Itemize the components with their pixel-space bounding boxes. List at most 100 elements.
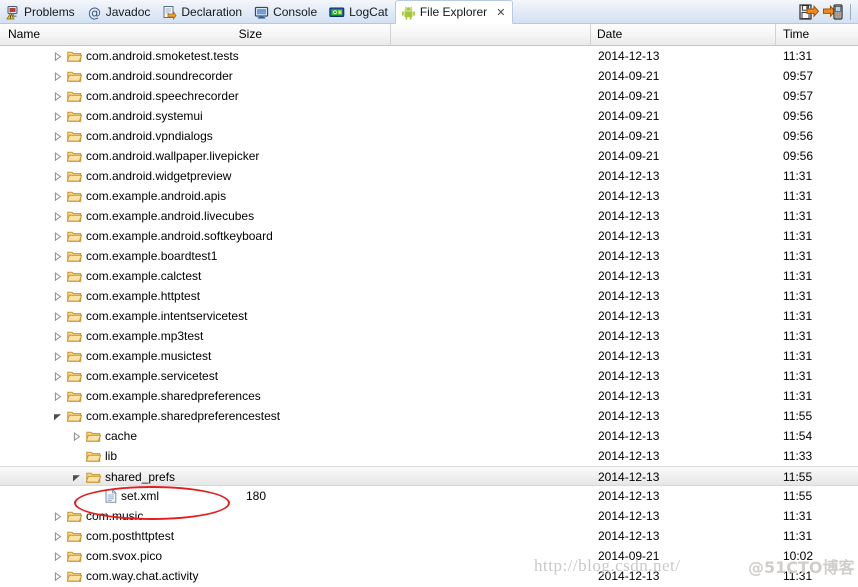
column-divider[interactable] xyxy=(590,24,591,45)
tree-row-name-cell[interactable]: com.svox.pico xyxy=(52,546,162,566)
column-header-size[interactable]: Size xyxy=(239,24,262,45)
chevron-right-icon[interactable] xyxy=(52,546,63,566)
tree-row[interactable]: com.android.systemui 2014-09-21 09:56 xyxy=(0,106,858,126)
tree-row-name-cell[interactable]: com.example.sharedpreferences xyxy=(52,386,261,406)
tree-row-name-cell[interactable]: com.example.mp3test xyxy=(52,326,203,346)
column-header-time[interactable]: Time xyxy=(783,24,809,45)
chevron-right-icon[interactable] xyxy=(52,346,63,366)
folder-icon xyxy=(66,410,83,423)
chevron-right-icon[interactable] xyxy=(52,166,63,186)
tree-row[interactable]: com.posthttptest 2014-12-13 11:31 xyxy=(0,526,858,546)
tree-row-name-cell[interactable]: com.example.httptest xyxy=(52,286,200,306)
column-divider[interactable] xyxy=(775,24,776,45)
tree-row-name-cell[interactable]: com.music xyxy=(52,506,143,526)
file-explorer-tree[interactable]: com.android.smoketest.tests 2014-12-13 11:… xyxy=(0,46,858,587)
tree-row[interactable]: com.android.widgetpreview 2014-12-13 11:31 xyxy=(0,166,858,186)
tree-row[interactable]: com.example.sharedpreferencestest 2014-12… xyxy=(0,406,858,426)
tree-row-name-cell[interactable]: com.way.chat.activity xyxy=(52,566,198,586)
tree-row-name-cell[interactable]: com.android.soundrecorder xyxy=(52,66,233,86)
chevron-right-icon[interactable] xyxy=(52,266,63,286)
close-icon[interactable]: ✕ xyxy=(496,6,505,19)
chevron-right-icon[interactable] xyxy=(52,366,63,386)
chevron-down-icon[interactable] xyxy=(52,406,63,426)
tree-row[interactable]: shared_prefs 2014-12-13 11:55 xyxy=(0,466,858,486)
chevron-right-icon[interactable] xyxy=(52,86,63,106)
tree-row-name-cell[interactable]: com.example.intentservicetest xyxy=(52,306,247,326)
tree-row-name-cell[interactable]: com.example.servicetest xyxy=(52,366,218,386)
tree-row-name-cell[interactable]: set.xml xyxy=(90,486,159,506)
tree-row-name-cell[interactable]: com.example.android.livecubes xyxy=(52,206,254,226)
chevron-right-icon[interactable] xyxy=(52,226,63,246)
tree-row-name-cell[interactable]: com.android.speechrecorder xyxy=(52,86,239,106)
tree-row[interactable]: com.example.mp3test 2014-12-13 11:31 xyxy=(0,326,858,346)
tree-row-name-cell[interactable]: com.android.systemui xyxy=(52,106,203,126)
chevron-right-icon[interactable] xyxy=(52,146,63,166)
chevron-right-icon[interactable] xyxy=(52,506,63,526)
tab-problems[interactable]: Problems xyxy=(0,0,82,24)
tree-row-name-cell[interactable]: com.android.smoketest.tests xyxy=(52,46,239,66)
tree-row-name-cell[interactable]: cache xyxy=(71,426,137,446)
tab-javadoc[interactable]: @ Javadoc xyxy=(82,0,158,24)
tree-row[interactable]: com.android.vpndialogs 2014-09-21 09:56 xyxy=(0,126,858,146)
tree-row[interactable]: com.example.android.apis 2014-12-13 11:31 xyxy=(0,186,858,206)
tree-row[interactable]: com.example.sharedpreferences 2014-12-13 1… xyxy=(0,386,858,406)
tree-row[interactable]: com.android.speechrecorder 2014-09-21 09:5… xyxy=(0,86,858,106)
chevron-right-icon[interactable] xyxy=(52,246,63,266)
chevron-right-icon[interactable] xyxy=(52,386,63,406)
tree-row[interactable]: com.android.soundrecorder 2014-09-21 09:57 xyxy=(0,66,858,86)
tab-declaration[interactable]: Declaration xyxy=(157,0,249,24)
chevron-down-icon[interactable] xyxy=(71,467,82,487)
tree-row[interactable]: set.xml 180 2014-12-13 11:55 xyxy=(0,486,858,506)
tree-row[interactable]: com.example.servicetest 2014-12-13 11:31 xyxy=(0,366,858,386)
tree-row[interactable]: com.example.httptest 2014-12-13 11:31 xyxy=(0,286,858,306)
chevron-right-icon[interactable] xyxy=(52,46,63,66)
chevron-right-icon[interactable] xyxy=(52,306,63,326)
tab-file-explorer[interactable]: File Explorer ✕ xyxy=(394,0,514,24)
pull-file-from-device-icon[interactable] xyxy=(799,3,820,21)
tree-row-name-cell[interactable]: com.example.android.apis xyxy=(52,186,226,206)
tree-row[interactable]: lib 2014-12-13 11:33 xyxy=(0,446,858,466)
chevron-right-icon[interactable] xyxy=(52,526,63,546)
tree-row-time: 11:31 xyxy=(783,269,813,283)
tree-row-name-cell[interactable]: com.example.android.softkeyboard xyxy=(52,226,273,246)
tree-row[interactable]: cache 2014-12-13 11:54 xyxy=(0,426,858,446)
chevron-right-icon[interactable] xyxy=(52,126,63,146)
column-divider[interactable] xyxy=(390,24,391,45)
chevron-right-icon[interactable] xyxy=(52,286,63,306)
tree-row[interactable]: com.way.chat.activity 2014-12-13 11:31 xyxy=(0,566,858,586)
tree-row[interactable]: com.example.boardtest1 2014-12-13 11:31 xyxy=(0,246,858,266)
tab-logcat[interactable]: LogCat xyxy=(324,0,395,24)
chevron-right-icon[interactable] xyxy=(52,566,63,586)
chevron-right-icon[interactable] xyxy=(52,326,63,346)
chevron-right-icon[interactable] xyxy=(52,206,63,226)
tree-row[interactable]: com.example.android.softkeyboard 2014-12-… xyxy=(0,226,858,246)
tree-row-name-cell[interactable]: com.example.musictest xyxy=(52,346,211,366)
tree-row-name-cell[interactable]: com.android.wallpaper.livepicker xyxy=(52,146,259,166)
tree-row-name-cell[interactable]: com.android.vpndialogs xyxy=(52,126,213,146)
tree-row[interactable]: com.svox.pico 2014-09-21 10:02 xyxy=(0,546,858,566)
tree-row-name-cell[interactable]: com.example.sharedpreferencestest xyxy=(52,406,280,426)
chevron-right-icon[interactable] xyxy=(52,186,63,206)
tree-row[interactable]: com.example.musictest 2014-12-13 11:31 xyxy=(0,346,858,366)
tree-row[interactable]: com.example.calctest 2014-12-13 11:31 xyxy=(0,266,858,286)
tree-row[interactable]: com.android.smoketest.tests 2014-12-13 11:… xyxy=(0,46,858,66)
column-header-date[interactable]: Date xyxy=(597,24,622,45)
folder-icon xyxy=(66,190,83,203)
tree-row-name-cell[interactable]: com.example.boardtest1 xyxy=(52,246,217,266)
push-file-onto-device-icon[interactable] xyxy=(823,3,843,21)
chevron-right-icon[interactable] xyxy=(52,66,63,86)
tree-row[interactable]: com.example.intentservicetest 2014-12-13 1… xyxy=(0,306,858,326)
chevron-right-icon[interactable] xyxy=(71,426,82,446)
tree-row-name-cell[interactable]: com.example.calctest xyxy=(52,266,201,286)
tree-row[interactable]: com.example.android.livecubes 2014-12-13 1… xyxy=(0,206,858,226)
tree-row[interactable]: com.music 2014-12-13 11:31 xyxy=(0,506,858,526)
tree-row-name-cell[interactable]: shared_prefs xyxy=(71,467,175,487)
chevron-right-icon[interactable] xyxy=(52,106,63,126)
tree-row-date: 2014-12-13 xyxy=(598,189,660,203)
tree-row[interactable]: com.android.wallpaper.livepicker 2014-09-… xyxy=(0,146,858,166)
tree-row-name-cell[interactable]: com.posthttptest xyxy=(52,526,174,546)
tree-row-name-cell[interactable]: lib xyxy=(71,446,117,466)
tree-row-name-cell[interactable]: com.android.widgetpreview xyxy=(52,166,231,186)
column-header-name[interactable]: Name xyxy=(8,24,40,45)
tab-console[interactable]: Console xyxy=(249,0,324,24)
